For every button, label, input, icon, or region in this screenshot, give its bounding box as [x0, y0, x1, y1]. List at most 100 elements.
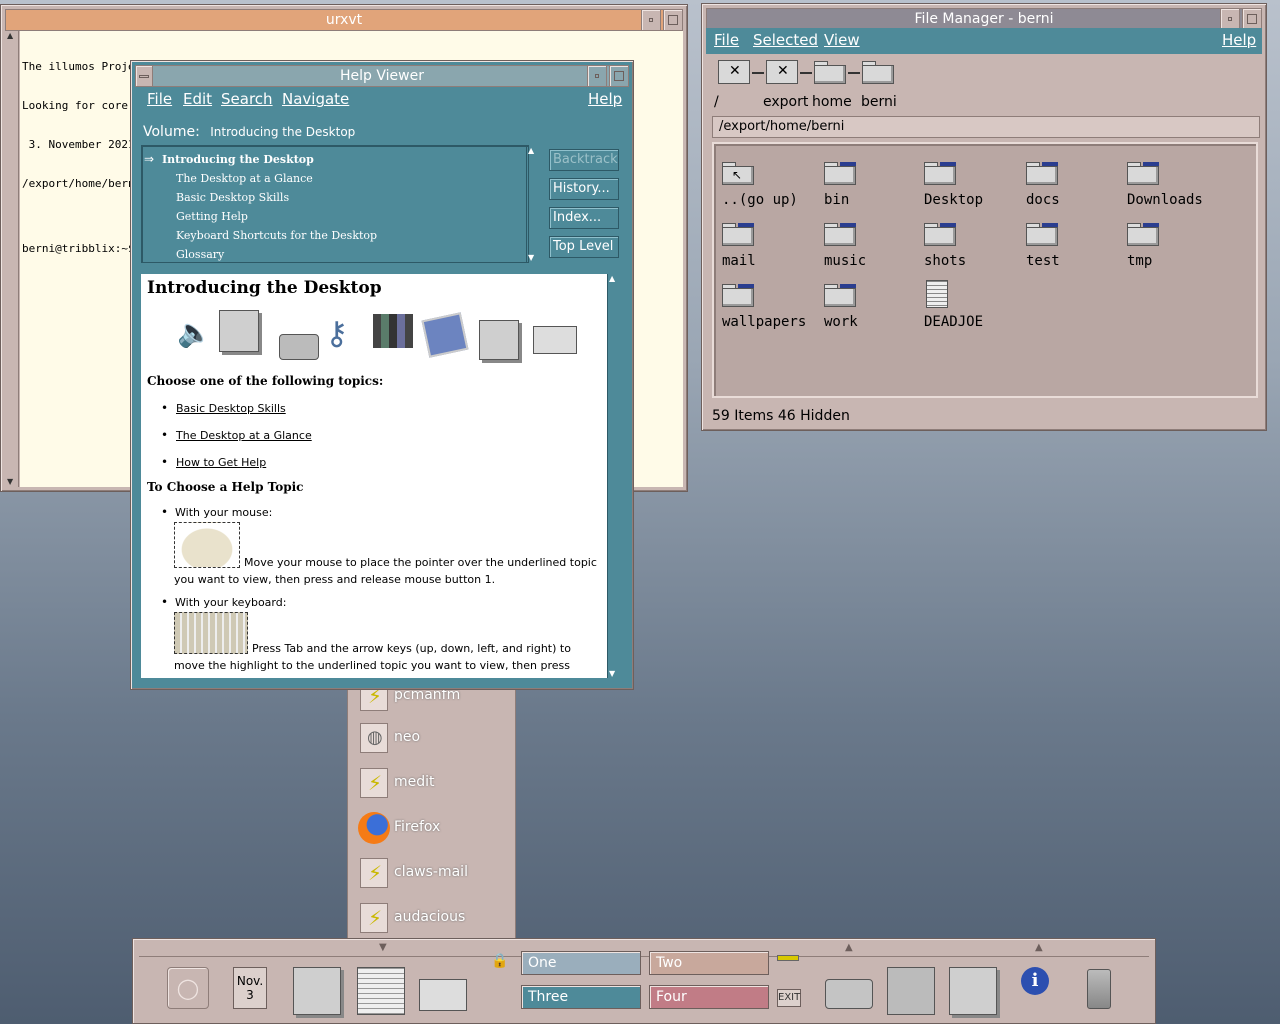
path-separator	[800, 72, 812, 74]
content-subheading: To Choose a Help Topic	[147, 480, 304, 494]
workspace-two-button[interactable]: Two	[649, 951, 769, 975]
content-scrollbar[interactable]: ▲ ▼	[607, 274, 621, 678]
menu-edit[interactable]: Edit	[183, 90, 212, 108]
path-part-home[interactable]: home	[812, 94, 852, 110]
link-how-to-get-help[interactable]: How to Get Help	[176, 456, 266, 469]
subpanel-arrow-up-icon[interactable]: ▲	[845, 942, 853, 953]
folder-icon	[824, 284, 856, 307]
printer-icon[interactable]	[825, 979, 873, 1009]
launcher-firefox[interactable]: Firefox	[356, 811, 506, 847]
topic-item[interactable]: Basic Desktop Skills	[176, 191, 289, 204]
menu-file[interactable]: File	[714, 31, 739, 49]
scroll-down-icon[interactable]: ▼	[528, 253, 534, 262]
menu-navigate[interactable]: Navigate	[282, 90, 349, 108]
topic-item[interactable]: Keyboard Shortcuts for the Desktop	[176, 229, 377, 242]
current-topic-arrow-icon: ⇒	[144, 152, 155, 166]
topic-item[interactable]: Glossary	[176, 248, 224, 261]
path-part-export[interactable]: export	[763, 94, 808, 110]
path-field[interactable]: /export/home/berni	[712, 116, 1260, 138]
terminal-scrollbar[interactable]: ▲ ▼	[6, 31, 19, 487]
maximize-button[interactable]	[609, 65, 629, 87]
path-part-root[interactable]: /	[714, 94, 719, 110]
scroll-up-icon[interactable]: ▲	[609, 274, 615, 283]
bullet-icon: •	[161, 401, 169, 415]
maximize-button[interactable]	[1242, 8, 1262, 30]
help-viewer-window[interactable]: Help Viewer File Edit Search Navigate He…	[130, 60, 634, 690]
window-menu-button[interactable]	[135, 65, 153, 87]
menu-view[interactable]: View	[824, 31, 860, 49]
terminal-title: urxvt	[325, 12, 363, 28]
topic-item[interactable]: Introducing the Desktop	[162, 153, 314, 166]
folder-icon	[1026, 223, 1058, 246]
subpanel-arrow-up-icon[interactable]: ▲	[1035, 942, 1043, 953]
file-manager-window[interactable]: File Manager - berni File Selected View …	[701, 3, 1267, 431]
path-part-berni[interactable]: berni	[861, 94, 897, 110]
file-label: music	[824, 253, 867, 269]
minimize-button[interactable]	[587, 65, 607, 87]
subpanel-arrow-down-icon[interactable]: ▼	[379, 942, 387, 953]
front-panel: ▼ ▲ ▲ ◯ Nov. 3 🔒 One Two Three Four EXIT…	[132, 938, 1156, 1024]
backtrack-button[interactable]: Backtrack	[549, 149, 619, 171]
text-editor-icon[interactable]	[357, 967, 405, 1015]
minimize-button[interactable]	[1220, 8, 1240, 30]
file-list-pane[interactable]: ↖ ..(go up) bin Desktop docs Downloads m…	[712, 142, 1258, 398]
clock-icon[interactable]: ◯	[167, 967, 209, 1009]
link-basic-desktop-skills[interactable]: Basic Desktop Skills	[176, 402, 286, 415]
menu-search[interactable]: Search	[221, 90, 273, 108]
menu-help[interactable]: Help	[588, 90, 622, 108]
calendar-icon[interactable]: Nov. 3	[233, 967, 267, 1009]
berni-folder-icon[interactable]	[862, 61, 894, 84]
lock-icon[interactable]: 🔒	[491, 953, 508, 969]
file-label: docs	[1026, 192, 1060, 208]
menu-selected[interactable]: Selected	[753, 31, 818, 49]
top-level-button[interactable]: Top Level	[549, 236, 619, 258]
launcher-medit[interactable]: ⚡ medit	[356, 766, 506, 802]
folder-icon	[824, 223, 856, 246]
path-separator	[752, 72, 764, 74]
launcher-claws-mail[interactable]: ⚡ claws-mail	[356, 856, 506, 892]
scroll-up-icon[interactable]: ▲	[528, 146, 534, 155]
topic-scrollbar[interactable]: ▲ ▼	[526, 146, 540, 262]
choose-topics-text: Choose one of the following topics:	[147, 374, 384, 388]
help-content-pane[interactable]: Introducing the Desktop 🔈 ⚷ Choose one o…	[141, 274, 607, 678]
topic-item[interactable]: The Desktop at a Glance	[176, 172, 313, 185]
menu-help[interactable]: Help	[1222, 31, 1256, 49]
scroll-down-icon[interactable]: ▼	[7, 477, 17, 487]
file-manager-icon[interactable]	[293, 967, 341, 1015]
export-drive-icon[interactable]: ✕	[766, 60, 798, 84]
trash-icon[interactable]	[1087, 969, 1111, 1009]
scroll-down-icon[interactable]: ▼	[609, 669, 615, 678]
scroll-up-icon[interactable]: ▲	[7, 31, 17, 41]
volume-indicator: Volume: Introducing the Desktop	[143, 124, 355, 140]
launcher-audacious[interactable]: ⚡ audacious	[356, 901, 506, 937]
workspace-three-button[interactable]: Three	[521, 985, 641, 1009]
history-button[interactable]: History...	[549, 178, 619, 200]
help-viewer-titlebar[interactable]: Help Viewer	[135, 65, 629, 87]
style-manager-icon[interactable]	[887, 967, 935, 1015]
application-subpanel: ⚡ pcmanfm ◍ neo ⚡ medit Firefox ⚡ claws-…	[347, 681, 516, 942]
link-desktop-at-a-glance[interactable]: The Desktop at a Glance	[176, 429, 312, 442]
file-cabinet-icon	[219, 310, 259, 352]
desktop-icons-illustration: 🔈 ⚷	[177, 310, 587, 366]
shell-icon: ◍	[360, 723, 388, 753]
workspace-one-button[interactable]: One	[521, 951, 641, 975]
maximize-button[interactable]	[663, 9, 683, 31]
terminal-titlebar[interactable]: urxvt	[5, 9, 683, 31]
application-manager-icon[interactable]	[949, 967, 997, 1015]
text-file-icon	[926, 280, 948, 308]
topic-item[interactable]: Getting Help	[176, 210, 248, 223]
index-button[interactable]: Index...	[549, 207, 619, 229]
mailer-icon[interactable]	[419, 979, 467, 1011]
launcher-neo[interactable]: ◍ neo	[356, 721, 506, 757]
workspace-four-button[interactable]: Four	[649, 985, 769, 1009]
file-label: wallpapers	[722, 314, 807, 330]
home-folder-icon[interactable]	[814, 61, 846, 84]
minimize-button[interactable]	[641, 9, 661, 31]
exit-button[interactable]: EXIT	[777, 989, 801, 1007]
menu-file[interactable]: File	[147, 90, 172, 108]
root-drive-icon[interactable]: ✕	[718, 60, 750, 84]
topic-tree[interactable]: ⇒ Introducing the Desktop The Desktop at…	[141, 145, 534, 263]
file-manager-titlebar[interactable]: File Manager - berni	[706, 8, 1262, 30]
help-manager-icon[interactable]: i	[1011, 967, 1059, 1015]
lightning-icon: ⚡	[360, 903, 388, 933]
